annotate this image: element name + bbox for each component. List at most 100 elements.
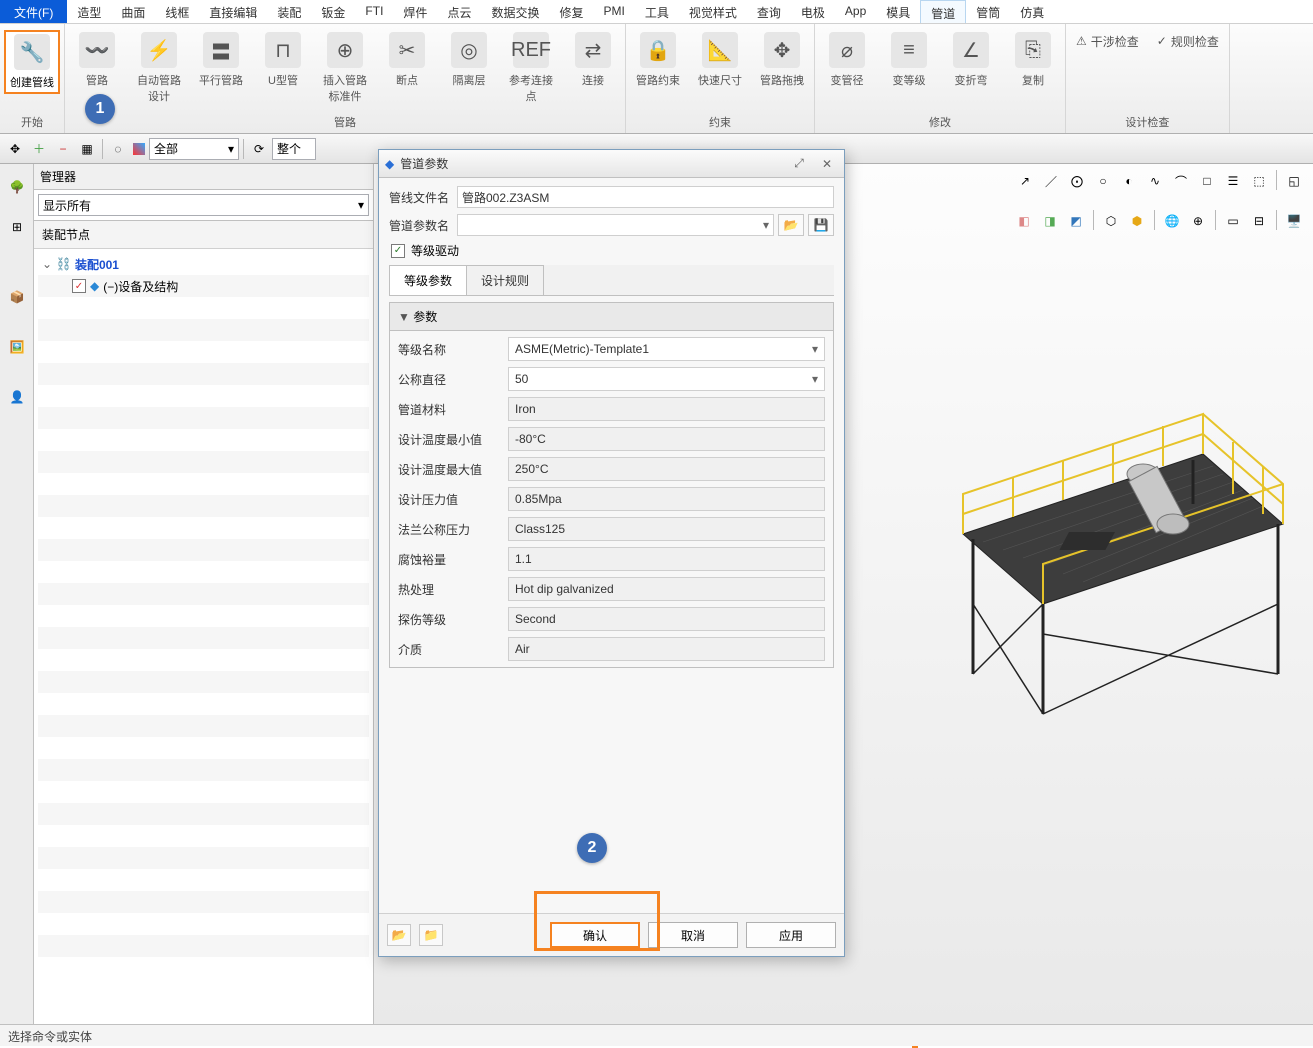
iso-cube-icon[interactable]: ⬡ (1100, 210, 1122, 232)
menu-工具[interactable]: 工具 (635, 0, 679, 23)
minus-icon[interactable]: − (52, 138, 74, 160)
param-name-combo[interactable]: ▾ (457, 214, 774, 236)
checkbox-checked-icon[interactable]: ✓ (72, 279, 86, 293)
file-name-input[interactable]: 管路002.Z3ASM (457, 186, 834, 208)
dialog-close-icon[interactable]: ✕ (816, 157, 838, 171)
param-value-9[interactable]: Second (508, 607, 825, 631)
menu-电极[interactable]: 电极 (791, 0, 835, 23)
ribbon-自动管路设计[interactable]: ⚡自动管路设计 (131, 30, 187, 106)
ribbon-干涉检查[interactable]: ⚠干涉检查 (1070, 30, 1145, 52)
param-value-3[interactable]: -80°C (508, 427, 825, 451)
ribbon-断点[interactable]: ✂断点 (379, 30, 435, 90)
cancel-button[interactable]: 取消 (648, 922, 738, 948)
ribbon-连接[interactable]: ⇄连接 (565, 30, 621, 90)
apply-button[interactable]: 应用 (746, 922, 836, 948)
ribbon-管路拖拽[interactable]: ✥管路拖拽 (754, 30, 810, 90)
cube-icon-2[interactable]: ◨ (1039, 210, 1061, 232)
menu-管道[interactable]: 管道 (920, 0, 966, 23)
tab-design-rules[interactable]: 设计规则 (466, 265, 544, 295)
param-value-5[interactable]: 0.85Mpa (508, 487, 825, 511)
ribbon-平行管路[interactable]: 〓平行管路 (193, 30, 249, 90)
tab-level-params[interactable]: 等级参数 (389, 265, 467, 295)
menu-焊件[interactable]: 焊件 (393, 0, 437, 23)
menu-线框[interactable]: 线框 (155, 0, 199, 23)
menu-查询[interactable]: 查询 (747, 0, 791, 23)
menu-视觉样式[interactable]: 视觉样式 (679, 0, 747, 23)
vp-icon-6[interactable]: ∿ (1144, 170, 1166, 192)
menu-数据交换[interactable]: 数据交换 (481, 0, 549, 23)
param-value-8[interactable]: Hot dip galvanized (508, 577, 825, 601)
cube-icon-1[interactable]: ◧ (1013, 210, 1035, 232)
cube-icon-3[interactable]: ◩ (1065, 210, 1087, 232)
vp-icon-2[interactable]: ／ (1040, 170, 1062, 192)
target-icon[interactable]: ⊕ (1187, 210, 1209, 232)
ribbon-参考连接点[interactable]: REF参考连接点 (503, 30, 559, 106)
vp-icon-8[interactable]: □ (1196, 170, 1218, 192)
tree-child-label[interactable]: (−)设备及结构 (103, 278, 178, 295)
color-swatch-icon[interactable] (131, 138, 147, 160)
ribbon-隔离层[interactable]: ◎隔离层 (441, 30, 497, 90)
ribbon-U型管[interactable]: ⊓U型管 (255, 30, 311, 90)
menu-仿真[interactable]: 仿真 (1010, 0, 1054, 23)
plus-icon[interactable]: ＋ (28, 138, 50, 160)
vp-icon-7[interactable]: ⌒ (1170, 170, 1192, 192)
vp-cursor-icon[interactable]: ◱ (1283, 170, 1305, 192)
monitor-icon[interactable]: 🖥️ (1283, 210, 1305, 232)
flowchart-tab-icon[interactable]: ⊞ (0, 210, 34, 244)
chevron-down-icon[interactable]: ⌄ (42, 257, 52, 271)
ribbon-创建管线[interactable]: 🔧创建管线 (4, 30, 60, 94)
menu-曲面[interactable]: 曲面 (111, 0, 155, 23)
dotted-circle-icon[interactable]: ◌ (107, 138, 129, 160)
param-value-1[interactable]: 50▾ (508, 367, 825, 391)
ribbon-管路约束[interactable]: 🔒管路约束 (630, 30, 686, 90)
menu-造型[interactable]: 造型 (67, 0, 111, 23)
menu-直接编辑[interactable]: 直接编辑 (199, 0, 267, 23)
param-section-header[interactable]: 参数 (390, 303, 833, 331)
ribbon-快速尺寸[interactable]: 📐快速尺寸 (692, 30, 748, 90)
menu-PMI[interactable]: PMI (593, 0, 634, 23)
level-driven-checkbox[interactable]: ✓ (391, 244, 405, 258)
tree-root-label[interactable]: 装配001 (75, 256, 119, 273)
param-value-10[interactable]: Air (508, 637, 825, 661)
menu-App[interactable]: App (835, 0, 876, 23)
box-tab-icon[interactable]: 📦 (0, 280, 34, 314)
open-folder-button[interactable]: 📂 (778, 214, 804, 236)
ribbon-变等级[interactable]: ≡变等级 (881, 30, 937, 90)
assembly-tree[interactable]: ⌄ ⛓️ 装配001 ✓ ◆ (−)设备及结构 (34, 249, 373, 1024)
dashed-rect-icon[interactable]: ▦ (76, 138, 98, 160)
globe-icon[interactable]: 🌐 (1161, 210, 1183, 232)
vp-icon-10[interactable]: ⬚ (1248, 170, 1270, 192)
show-all-combo[interactable]: 显示所有▾ (38, 194, 369, 216)
footer-new-icon[interactable]: 📁 (419, 924, 443, 946)
vp-icon-5[interactable]: ◐ (1118, 170, 1140, 192)
menu-模具[interactable]: 模具 (876, 0, 920, 23)
rect-icon[interactable]: ▭ (1222, 210, 1244, 232)
filter-combo[interactable]: 全部▾ (149, 138, 239, 160)
menu-FTI[interactable]: FTI (355, 0, 393, 23)
save-button[interactable]: 💾 (808, 214, 834, 236)
menu-file[interactable]: 文件(F) (0, 0, 67, 23)
ribbon-插入管路标准件[interactable]: ⊕插入管路标准件 (317, 30, 373, 106)
param-value-7[interactable]: 1.1 (508, 547, 825, 571)
ribbon-规则检查[interactable]: ✓规则检查 (1151, 30, 1225, 52)
ribbon-变管径[interactable]: ⌀变管径 (819, 30, 875, 90)
menu-管筒[interactable]: 管筒 (966, 0, 1010, 23)
param-value-2[interactable]: Iron (508, 397, 825, 421)
ribbon-复制[interactable]: ⎘复制 (1005, 30, 1061, 90)
octa-icon[interactable]: ⬢ (1126, 210, 1148, 232)
param-value-4[interactable]: 250°C (508, 457, 825, 481)
cursor-icon[interactable]: ✥ (4, 138, 26, 160)
vp-icon-9[interactable]: ☰ (1222, 170, 1244, 192)
scope-combo[interactable]: 整个 (272, 138, 316, 160)
menu-点云[interactable]: 点云 (437, 0, 481, 23)
ribbon-管路[interactable]: 〰️管路 (69, 30, 125, 90)
image-tab-icon[interactable]: 🖼️ (0, 330, 34, 364)
menu-装配[interactable]: 装配 (267, 0, 311, 23)
footer-open-icon[interactable]: 📂 (387, 924, 411, 946)
menu-钣金[interactable]: 钣金 (311, 0, 355, 23)
param-value-0[interactable]: ASME(Metric)-Template1▾ (508, 337, 825, 361)
user-tab-icon[interactable]: 👤 (0, 380, 34, 414)
tree-tab-icon[interactable]: 🌳 (0, 170, 34, 204)
refresh-icon[interactable]: ⟳ (248, 138, 270, 160)
dialog-undock-icon[interactable]: ⤢ (788, 156, 810, 171)
